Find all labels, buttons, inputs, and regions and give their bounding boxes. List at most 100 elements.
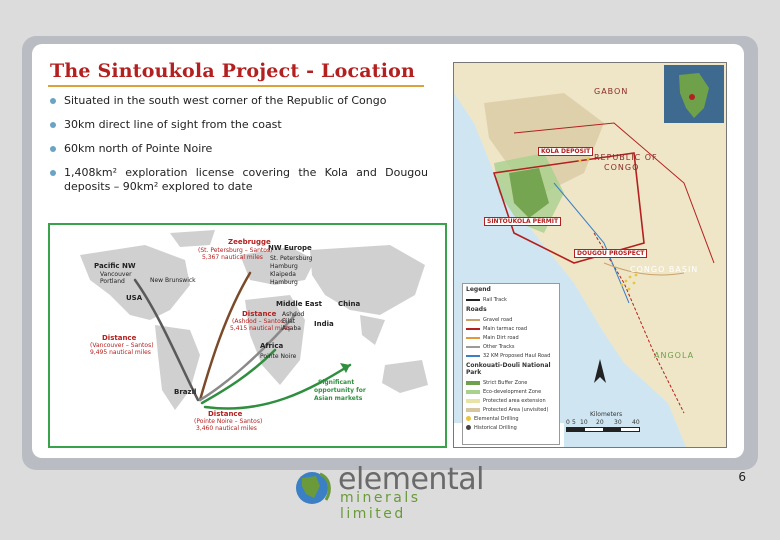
label-distance-bottom-route: (Pointe Noire – Santos) bbox=[194, 418, 263, 425]
scale-tick: 10 bbox=[580, 419, 588, 426]
map-legend: Legend Rail Track Roads Gravel road Main… bbox=[462, 283, 560, 445]
legend-label: Protected area extension bbox=[483, 397, 546, 404]
bullet-text: Situated in the south west corner of the… bbox=[64, 94, 387, 107]
legend-label: Rail Track bbox=[483, 296, 507, 303]
legend-label: Eco-development Zone bbox=[483, 388, 542, 395]
label-india: India bbox=[314, 320, 334, 328]
label-pointe-noire: Pointe Noire bbox=[260, 353, 297, 360]
label-zeebrugge-nm: 5,367 nautical miles bbox=[202, 254, 263, 261]
label-africa: Africa bbox=[260, 342, 284, 350]
slide-title: The Sintoukola Project - Location bbox=[50, 60, 416, 82]
legend-label: Main Dirt road bbox=[483, 334, 519, 341]
scale-bar-label: Kilometers bbox=[590, 411, 623, 418]
label-significant: Significant bbox=[318, 379, 355, 386]
label-asian-markets: Asian markets bbox=[314, 395, 363, 402]
logo-tagline: minerals limited bbox=[340, 490, 421, 522]
bullet-item: Situated in the south west corner of the… bbox=[50, 94, 428, 108]
title-underline bbox=[48, 85, 424, 87]
rail-swatch bbox=[466, 298, 480, 301]
scale-tick: 5 bbox=[572, 419, 576, 426]
legend-label: Strict Buffer Zone bbox=[483, 379, 528, 386]
label-distance-bottom-nm: 3,460 nautical miles bbox=[196, 425, 257, 432]
legend-title: Legend bbox=[466, 286, 491, 293]
region-location-map: GABON REPUBLIC OF CONGO CONGO BASIN ANGO… bbox=[453, 62, 727, 448]
label-distance-left: Distance bbox=[102, 334, 137, 342]
bullet-dot-icon bbox=[50, 146, 56, 152]
world-shipping-map: NW Europe Zeebrugge (St. Petersburg – Sa… bbox=[48, 223, 447, 448]
label-europe-port: Hamburg bbox=[270, 279, 298, 286]
label-me-port: Ashdod bbox=[282, 311, 305, 318]
legend-park-title: Conkouati-Douli National Park bbox=[466, 362, 551, 376]
park-swatch bbox=[466, 407, 480, 412]
legend-item: Rail Track bbox=[463, 295, 559, 304]
label-angola: ANGOLA bbox=[654, 351, 695, 360]
label-pacific-nw: Pacific NW bbox=[94, 262, 136, 270]
road-swatch bbox=[466, 318, 480, 321]
legend-item: Eco-development Zone bbox=[463, 387, 559, 396]
legend-item: Protected Area (unvisited) bbox=[463, 405, 559, 414]
park-swatch bbox=[466, 389, 480, 394]
bullet-dot-icon bbox=[50, 98, 56, 104]
legend-label: Elemental Drilling bbox=[474, 415, 519, 422]
label-middle-east: Middle East bbox=[276, 300, 322, 308]
label-zeebrugge: Zeebrugge bbox=[228, 238, 271, 246]
label-congo: CONGO bbox=[604, 163, 640, 172]
label-europe-port: Klaipeda bbox=[270, 271, 296, 278]
scale-tick: 0 bbox=[566, 419, 570, 426]
label-china: China bbox=[338, 300, 361, 308]
bullet-text: 30km direct line of sight from the coast bbox=[64, 118, 282, 131]
label-nw-europe: NW Europe bbox=[268, 244, 312, 252]
scale-tick: 20 bbox=[596, 419, 604, 426]
north-arrow-icon bbox=[594, 359, 606, 383]
label-opportunity: opportunity for bbox=[314, 387, 366, 394]
bullet-list: Situated in the south west corner of the… bbox=[50, 94, 428, 204]
legend-item: Elemental Drilling bbox=[463, 414, 559, 423]
drill-swatch bbox=[466, 416, 471, 421]
legend-item: Gravel road bbox=[463, 315, 559, 324]
label-new-brunswick: New Brunswick bbox=[150, 277, 196, 284]
bullet-dot-icon bbox=[50, 122, 56, 128]
road-swatch bbox=[466, 336, 480, 339]
legend-item: Main tarmac road bbox=[463, 324, 559, 333]
legend-label: Protected Area (unvisited) bbox=[483, 406, 549, 413]
label-dougou-prospect: DOUGOU PROSPECT bbox=[574, 249, 648, 258]
label-pacific-port: Vancouver bbox=[100, 271, 132, 278]
label-gabon: GABON bbox=[594, 87, 629, 96]
bullet-text: 60km north of Pointe Noire bbox=[64, 142, 213, 155]
bullet-item: 1,408km² exploration license covering th… bbox=[50, 166, 428, 194]
label-distance-left-nm: 9,495 nautical miles bbox=[90, 349, 151, 356]
park-swatch bbox=[466, 380, 480, 385]
legend-label: Gravel road bbox=[483, 316, 513, 323]
label-distance-bottom: Distance bbox=[208, 410, 243, 418]
bullet-text: 1,408km² exploration license covering th… bbox=[64, 166, 428, 193]
legend-item: Historical Drilling bbox=[463, 423, 559, 432]
legend-label: Historical Drilling bbox=[474, 424, 517, 431]
road-swatch bbox=[466, 327, 480, 330]
label-distance-top-nm: 5,415 nautical miles bbox=[230, 325, 291, 332]
road-swatch bbox=[466, 345, 480, 348]
legend-label: Main tarmac road bbox=[483, 325, 528, 332]
legend-item: Strict Buffer Zone bbox=[463, 378, 559, 387]
legend-item: 32 KM Proposed Haul Road bbox=[463, 351, 559, 360]
legend-item: Main Dirt road bbox=[463, 333, 559, 342]
globe-logo-icon bbox=[296, 472, 331, 504]
label-sintoukola-permit: SINTOUKOLA PERMIT bbox=[484, 217, 562, 226]
legend-roads-title: Roads bbox=[466, 306, 487, 313]
scale-tick: 30 bbox=[614, 419, 622, 426]
legend-label: Other Tracks bbox=[483, 343, 515, 350]
label-usa: USA bbox=[126, 294, 143, 302]
label-distance-top-route: (Ashdod – Santos) bbox=[232, 318, 287, 325]
label-europe-port: Hamburg bbox=[270, 263, 298, 270]
company-logo: elemental minerals limited bbox=[290, 462, 490, 522]
label-europe-port: St. Petersburg bbox=[270, 255, 313, 262]
scale-tick: 40 bbox=[632, 419, 640, 426]
park-swatch bbox=[466, 398, 480, 403]
page-number: 6 bbox=[738, 470, 746, 484]
drill-swatch bbox=[466, 425, 471, 430]
legend-label: 32 KM Proposed Haul Road bbox=[483, 352, 551, 359]
label-distance-left-route: (Vancouver – Santos) bbox=[90, 342, 154, 349]
bullet-item: 30km direct line of sight from the coast bbox=[50, 118, 428, 132]
label-zeebrugge-route: (St. Petersburg – Santos) bbox=[198, 247, 273, 254]
road-swatch bbox=[466, 354, 480, 357]
bullet-dot-icon bbox=[50, 170, 56, 176]
